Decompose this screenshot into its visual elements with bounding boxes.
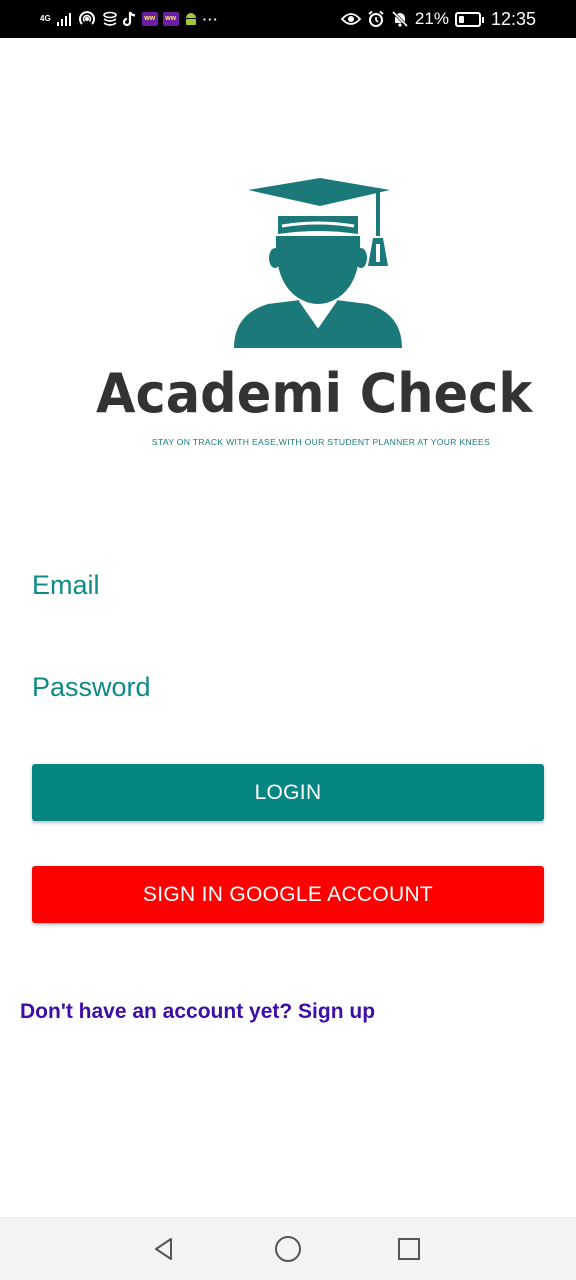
notification-muted-icon [391, 10, 408, 28]
signal-icon [56, 13, 71, 26]
navigation-bar [0, 1217, 576, 1280]
recents-button[interactable] [391, 1231, 427, 1267]
alarm-icon [368, 10, 384, 27]
app-icon: ww [141, 12, 158, 26]
app-tagline: STAY ON TRACK WITH EASE,WITH OUR STUDENT… [151, 437, 491, 447]
battery-icon [454, 11, 484, 27]
eye-icon [340, 13, 361, 25]
login-screen: 4G ww ww ··· 21% 12:35 Academi Check STA… [0, 0, 576, 1280]
network-type: 4G [40, 14, 51, 23]
data-stack-icon [102, 11, 117, 26]
recents-icon [398, 1238, 420, 1260]
login-button[interactable]: LOGIN [32, 764, 544, 821]
hotspot-icon [78, 11, 95, 25]
android-icon [185, 13, 196, 25]
password-field[interactable] [28, 662, 548, 724]
app-icon: ww [162, 12, 179, 26]
graduate-icon [234, 178, 402, 348]
sign-up-link[interactable]: Don't have an account yet? Sign up [20, 1000, 375, 1024]
more-notifications-icon: ··· [202, 11, 219, 27]
home-button[interactable] [270, 1231, 306, 1267]
app-logo-title: Academi Check [96, 362, 533, 425]
battery-percent: 21% [414, 9, 449, 28]
status-left-icons: 4G ww ww ··· [40, 8, 219, 30]
back-button[interactable] [146, 1231, 182, 1267]
clock: 12:35 [490, 8, 536, 29]
back-icon [155, 1238, 172, 1260]
email-field[interactable] [28, 560, 548, 622]
google-sign-in-button[interactable]: SIGN IN GOOGLE ACCOUNT [32, 866, 544, 923]
home-icon [275, 1236, 301, 1262]
status-right-icons: 21% 12:35 [340, 8, 536, 30]
tiktok-icon [122, 11, 135, 27]
status-bar: 4G ww ww ··· 21% 12:35 [0, 0, 576, 38]
